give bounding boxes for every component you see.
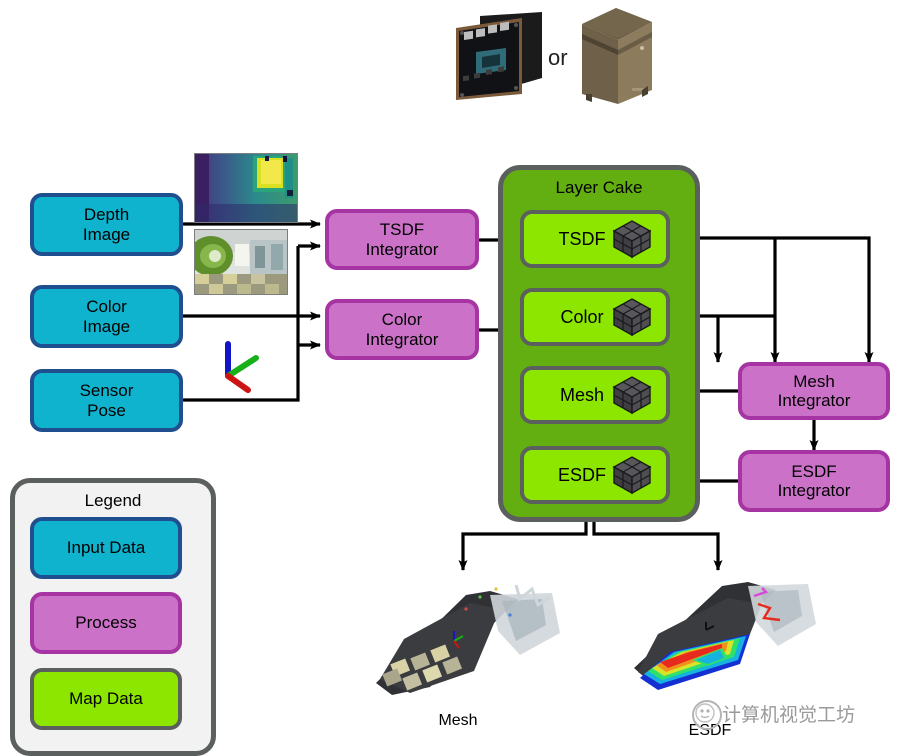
legend-item-input-data-label: Input Data	[66, 538, 146, 558]
input-node-color-image-label: Color Image	[82, 297, 131, 336]
watermark-text: 计算机视觉工坊	[722, 704, 856, 726]
voxel-cube-icon	[610, 455, 654, 495]
input-node-depth-image[interactable]: Depth Image	[30, 193, 183, 256]
process-node-mesh-integrator[interactable]: Mesh Integrator	[738, 362, 890, 420]
color-thumbnail	[194, 229, 288, 295]
mesh-output-caption: Mesh	[438, 712, 478, 729]
pose-axes-thumbnail	[208, 334, 268, 396]
map-layer-mesh[interactable]: Mesh	[520, 366, 670, 424]
layer-cake-title: Layer Cake	[555, 178, 643, 197]
legend-title: Legend	[84, 491, 142, 510]
watermark-logo-icon	[692, 700, 722, 730]
map-layer-tsdf[interactable]: TSDF	[520, 210, 670, 268]
esdf-output-image	[630, 572, 830, 702]
map-layer-esdf[interactable]: ESDF	[520, 446, 670, 504]
process-node-tsdf-integrator-label: TSDF Integrator	[365, 220, 439, 259]
input-node-color-image[interactable]: Color Image	[30, 285, 183, 348]
process-node-color-integrator-label: Color Integrator	[365, 310, 439, 349]
voxel-cube-icon	[610, 297, 654, 337]
legend-item-map-data[interactable]: Map Data	[30, 668, 182, 730]
process-node-tsdf-integrator[interactable]: TSDF Integrator	[325, 209, 479, 270]
process-node-esdf-integrator[interactable]: ESDF Integrator	[738, 450, 890, 512]
input-node-sensor-pose-label: Sensor Pose	[79, 381, 134, 420]
voxel-cube-icon	[610, 219, 654, 259]
input-node-sensor-pose[interactable]: Sensor Pose	[30, 369, 183, 432]
diagram-canvas: or Depth Image Color Image Sensor Pose T…	[0, 0, 900, 756]
or-label: or	[548, 45, 568, 70]
legend-item-map-data-label: Map Data	[69, 689, 143, 709]
legend-item-input-data[interactable]: Input Data	[30, 517, 182, 579]
jetson-module-image	[450, 8, 548, 104]
legend-item-process[interactable]: Process	[30, 592, 182, 654]
process-node-mesh-integrator-label: Mesh Integrator	[777, 371, 851, 410]
process-node-esdf-integrator-label: ESDF Integrator	[777, 461, 851, 500]
mesh-output-image	[370, 575, 570, 705]
desktop-tower-image	[576, 6, 656, 110]
process-node-color-integrator[interactable]: Color Integrator	[325, 299, 479, 360]
input-node-depth-image-label: Depth Image	[82, 205, 131, 244]
voxel-cube-icon	[610, 375, 654, 415]
legend-item-process-label: Process	[75, 613, 137, 633]
map-layer-color[interactable]: Color	[520, 288, 670, 346]
depth-thumbnail	[194, 153, 298, 223]
